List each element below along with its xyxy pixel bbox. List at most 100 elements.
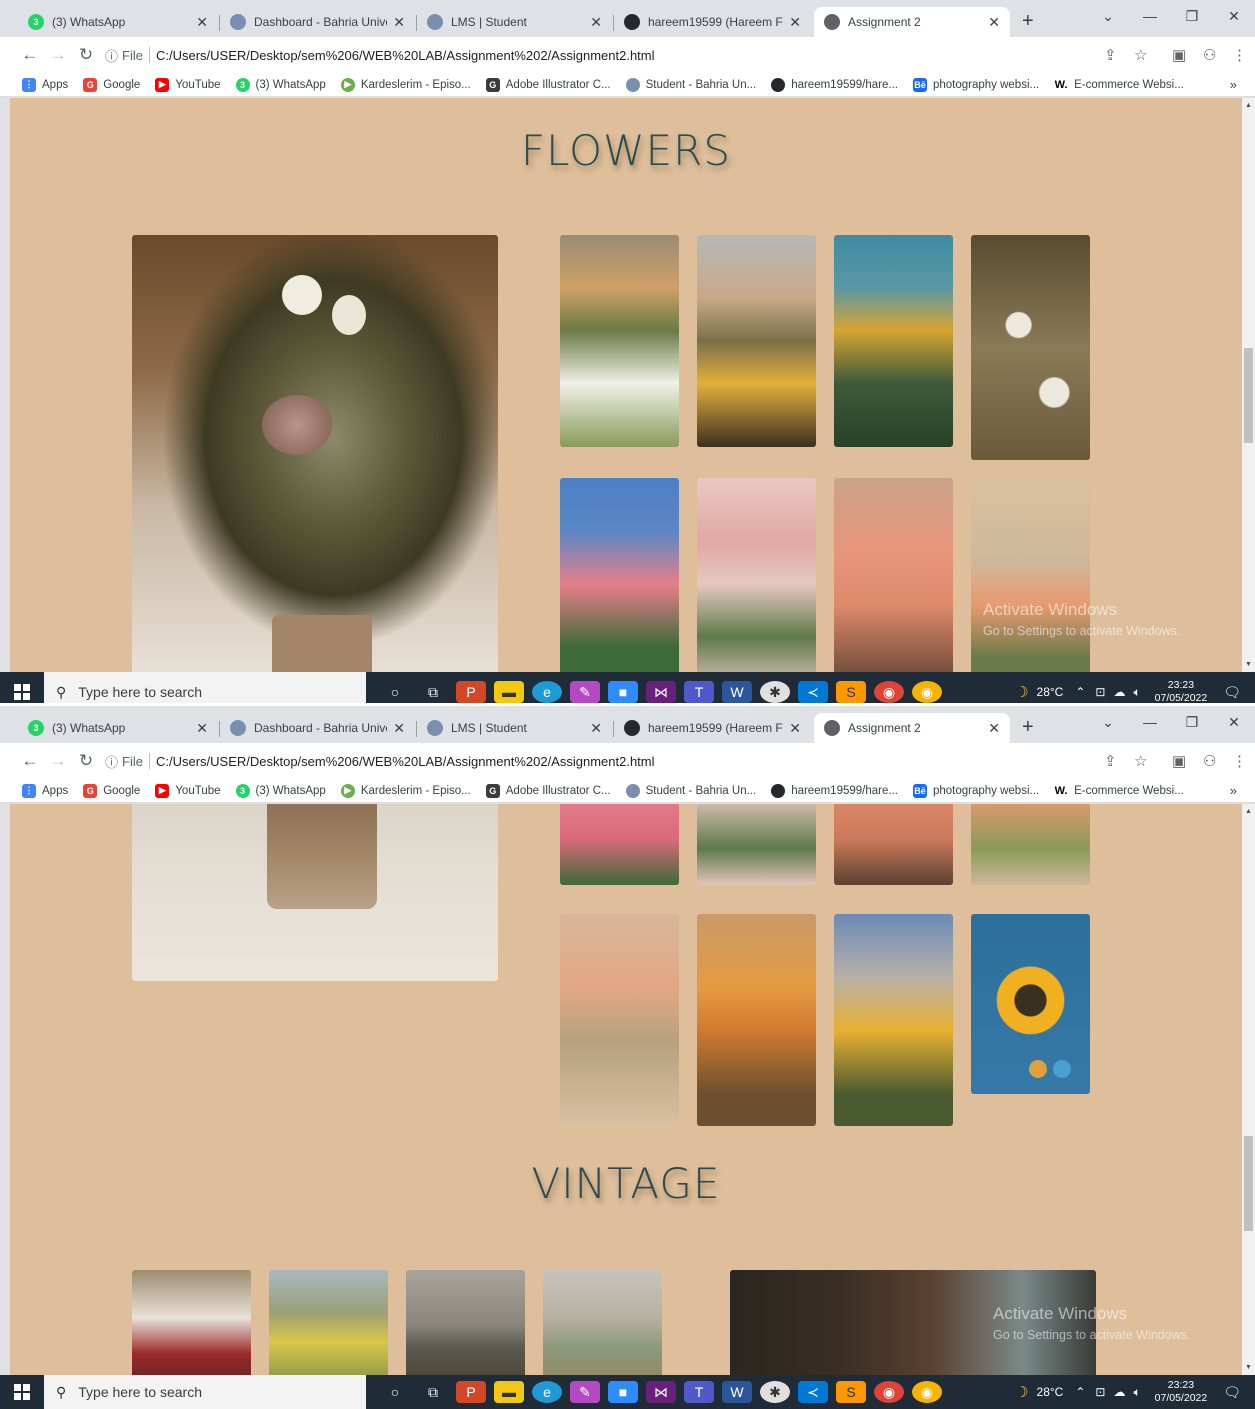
page-viewport[interactable]: VINTAGE Activate Windows Go to Settings … — [10, 804, 1242, 1375]
word-icon[interactable]: W — [722, 681, 752, 703]
paint-icon[interactable]: ✎ — [570, 1381, 600, 1403]
info-icon[interactable]: ⓘ — [105, 752, 118, 771]
edge-icon[interactable]: e — [532, 1381, 562, 1403]
close-icon[interactable]: ✕ — [196, 14, 208, 31]
taskbar-search-input[interactable]: ⚲ Type here to search — [44, 672, 366, 703]
notifications-icon[interactable]: 🗨︎ — [1223, 1384, 1241, 1401]
visual-studio-icon[interactable]: ⋈ — [646, 1381, 676, 1403]
share-icon[interactable]: ⇪ — [1104, 46, 1117, 64]
scroll-down-icon[interactable]: ▼ — [1245, 661, 1252, 668]
tab-lms[interactable]: LMS | Student ✕ — [417, 7, 612, 37]
chrome-icon[interactable]: ◉ — [874, 681, 904, 703]
minimize-icon[interactable]: — — [1130, 714, 1170, 730]
word-icon[interactable]: W — [722, 1381, 752, 1403]
bookmark-adobe[interactable]: G Adobe Illustrator C... — [485, 77, 611, 92]
back-icon[interactable]: ← — [16, 45, 44, 65]
tab-whatsapp[interactable]: 3 (3) WhatsApp ✕ — [18, 7, 218, 37]
bookmark-student[interactable]: Student - Bahria Un... — [625, 783, 756, 798]
chrome-active-icon[interactable]: ◉ — [912, 681, 942, 703]
bookmark-youtube[interactable]: ▶ YouTube — [155, 783, 221, 798]
clock[interactable]: 23:23 07/05/2022 — [1155, 1379, 1208, 1405]
slack-icon[interactable]: ✱ — [760, 681, 790, 703]
profile-icon[interactable]: ⚇ — [1203, 752, 1216, 770]
taskbar-search-input[interactable]: ⚲ Type here to search — [44, 1375, 366, 1409]
zoom-icon[interactable]: ■ — [608, 1381, 638, 1403]
close-icon[interactable]: ✕ — [789, 720, 801, 737]
bookmark-ecommerce[interactable]: W. E-commerce Websi... — [1054, 77, 1184, 92]
reload-icon[interactable]: ↻ — [72, 751, 100, 771]
chevron-up-icon[interactable]: ⌃ — [1075, 1385, 1085, 1399]
bookmark-github[interactable]: hareem19599/hare... — [771, 77, 898, 92]
file-explorer-icon[interactable]: ▬ — [494, 681, 524, 703]
tab-search-icon[interactable]: ⌄ — [1088, 714, 1128, 731]
edge-icon[interactable]: e — [532, 681, 562, 703]
scroll-up-icon[interactable]: ▲ — [1245, 808, 1252, 815]
tab-github[interactable]: hareem19599 (Hareem Fatim ✕ — [614, 7, 811, 37]
visual-studio-icon[interactable]: ⋈ — [646, 681, 676, 703]
sublime-icon[interactable]: S — [836, 681, 866, 703]
info-icon[interactable]: ⓘ — [105, 46, 118, 65]
clock[interactable]: 23:23 07/05/2022 — [1155, 679, 1208, 703]
onedrive-icon[interactable]: ☁ — [1113, 1385, 1125, 1399]
restore-icon[interactable]: ❐ — [1172, 8, 1212, 25]
new-tab-button[interactable]: + — [1022, 10, 1034, 33]
sublime-icon[interactable]: S — [836, 1381, 866, 1403]
powerpoint-icon[interactable]: P — [456, 1381, 486, 1403]
address-bar[interactable]: ⓘ File C:/Users/USER/Desktop/sem%206/WEB… — [105, 747, 1150, 775]
teams-icon[interactable]: T — [684, 1381, 714, 1403]
page-scrollbar[interactable]: ▲ ▼ — [1242, 804, 1255, 1375]
zoom-icon[interactable]: ■ — [608, 681, 638, 703]
bookmark-google[interactable]: G Google — [83, 77, 140, 92]
volume-icon[interactable]: 🔈︎ — [1133, 685, 1140, 700]
bookmarks-overflow-icon[interactable]: » — [1230, 77, 1237, 92]
scroll-up-icon[interactable]: ▲ — [1245, 102, 1252, 109]
network-icon[interactable]: ⊡ — [1095, 685, 1105, 699]
close-icon[interactable]: ✕ — [590, 14, 602, 31]
cortana-icon[interactable]: ○ — [380, 1381, 410, 1403]
bookmark-apps[interactable]: ⋮ Apps — [22, 77, 68, 92]
bookmark-photography[interactable]: Bē photography websi... — [912, 77, 1039, 92]
vscode-icon[interactable]: ≺ — [798, 681, 828, 703]
bookmark-google[interactable]: G Google — [83, 783, 140, 798]
bookmark-youtube[interactable]: ▶ YouTube — [155, 77, 221, 92]
volume-icon[interactable]: 🔈︎ — [1133, 1385, 1140, 1400]
bookmark-student[interactable]: Student - Bahria Un... — [625, 77, 756, 92]
side-panel-icon[interactable]: ▣ — [1172, 752, 1186, 770]
teams-icon[interactable]: T — [684, 681, 714, 703]
back-icon[interactable]: ← — [16, 751, 44, 771]
task-view-icon[interactable]: ⧉ — [418, 681, 448, 703]
tab-github[interactable]: hareem19599 (Hareem Fatim ✕ — [614, 713, 811, 743]
menu-icon[interactable]: ⋮ — [1232, 752, 1247, 770]
bookmarks-overflow-icon[interactable]: » — [1230, 783, 1237, 798]
page-viewport[interactable]: FLOWERS Activate Windows Go to Settings … — [10, 98, 1242, 672]
windows-start-icon[interactable] — [0, 672, 44, 703]
bookmark-ecommerce[interactable]: W. E-commerce Websi... — [1054, 783, 1184, 798]
tab-assignment[interactable]: Assignment 2 ✕ — [814, 713, 1010, 743]
bookmark-star-icon[interactable]: ☆ — [1134, 46, 1147, 64]
windows-start-icon[interactable] — [0, 1375, 44, 1409]
page-scrollbar[interactable]: ▲ ▼ — [1242, 98, 1255, 672]
bookmark-photography[interactable]: Bē photography websi... — [912, 783, 1039, 798]
bookmark-kardeslerim[interactable]: ▶ Kardeslerim - Episo... — [340, 783, 471, 798]
tab-lms[interactable]: LMS | Student ✕ — [417, 713, 612, 743]
onedrive-icon[interactable]: ☁ — [1113, 685, 1125, 699]
slack-icon[interactable]: ✱ — [760, 1381, 790, 1403]
chevron-up-icon[interactable]: ⌃ — [1075, 685, 1085, 699]
powerpoint-icon[interactable]: P — [456, 681, 486, 703]
scroll-thumb[interactable] — [1244, 348, 1253, 443]
tab-whatsapp[interactable]: 3 (3) WhatsApp ✕ — [18, 713, 218, 743]
tab-search-icon[interactable]: ⌄ — [1088, 8, 1128, 25]
task-view-icon[interactable]: ⧉ — [418, 1381, 448, 1403]
weather-temp[interactable]: 28°C — [1037, 1385, 1064, 1399]
weather-temp[interactable]: 28°C — [1037, 685, 1064, 699]
bookmark-whatsapp[interactable]: 3 (3) WhatsApp — [235, 783, 326, 798]
bookmark-apps[interactable]: ⋮ Apps — [22, 783, 68, 798]
minimize-icon[interactable]: — — [1130, 8, 1170, 24]
vscode-icon[interactable]: ≺ — [798, 1381, 828, 1403]
tab-assignment[interactable]: Assignment 2 ✕ — [814, 7, 1010, 37]
window-close-icon[interactable]: ✕ — [1214, 714, 1254, 731]
close-icon[interactable]: ✕ — [988, 14, 1000, 31]
paint-icon[interactable]: ✎ — [570, 681, 600, 703]
cortana-icon[interactable]: ○ — [380, 681, 410, 703]
scroll-thumb[interactable] — [1244, 1136, 1253, 1231]
